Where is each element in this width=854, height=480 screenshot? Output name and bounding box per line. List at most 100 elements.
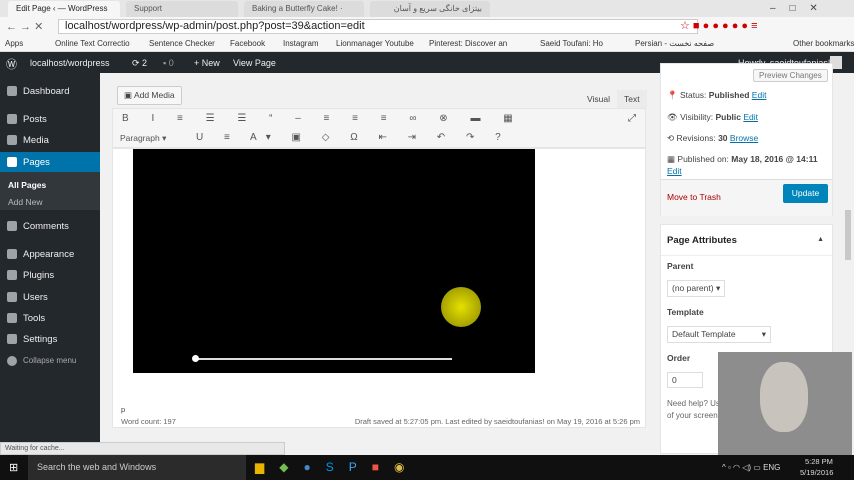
edit-date-link[interactable]: Edit [667,166,682,176]
site-link[interactable]: localhost/wordpress [30,58,110,68]
clock-date[interactable]: 5/19/2016 [800,468,833,477]
revisions-row: ⟲ Revisions: 30 Browse [667,133,759,143]
collapse-arrow-icon[interactable]: ▲ [817,236,824,243]
admin-sidebar: Dashboard Posts Media Pages All Pages Ad… [0,73,100,443]
bookmark-other[interactable]: Other bookmarks [793,39,854,48]
page-attributes-title: Page Attributes [667,235,737,246]
browser-tab-bar: Edit Page ‹ — WordPress Support Baking a… [0,0,854,17]
published-row: ▦ Published on: May 18, 2016 @ 14:11 [667,154,818,164]
divider [661,255,832,256]
v: (no parent) [672,283,714,293]
sidebar-item-plugins[interactable]: Plugins [7,270,55,281]
label: Appearance [23,249,75,260]
label: Dashboard [23,86,70,97]
embedded-video[interactable] [133,149,535,373]
label: Pages [23,157,50,168]
extension-icons[interactable]: ☆ ■ ● ● ● ● ● ≡ [680,19,758,32]
label: Plugins [23,270,55,281]
parent-label: Parent [667,261,694,271]
new-label: New [201,58,220,68]
submenu-add-new[interactable]: Add New [8,197,43,207]
updates-icon[interactable]: ⟳ 2 [132,58,147,69]
template-select[interactable]: Default Template ▾ [667,326,771,343]
tab-edit-page[interactable]: Edit Page ‹ — WordPress [8,1,120,17]
bookmark[interactable]: Instagram [283,39,319,48]
visibility-value: Public [715,112,741,122]
collapse-menu[interactable]: Collapse menu [7,356,77,366]
tray-icons[interactable]: ^ ▫ ◠ ◁) ▭ ENG [722,463,780,472]
element-path: p [121,405,126,414]
tab-support[interactable]: Support [126,1,238,17]
new-button[interactable]: + New [194,58,220,68]
status-row: 📍 Status: Published Edit [667,90,767,100]
word-count: Word count: 197 [121,417,176,426]
bookmark[interactable]: Persian - صفحه نخست [635,39,714,48]
cursor-highlight [441,287,481,327]
taskbar-apps[interactable]: ▆◆●SP■◉ [255,460,419,474]
bookmark[interactable]: Saeid Toufani: Ho [540,39,603,48]
format-buttons[interactable]: B I ≡ ☰ ☰ “ – ≡ ≡ ≡ ∞ ⊗ ▬ ▦ [122,113,523,124]
face-image [760,362,808,432]
label: Collapse menu [23,356,77,365]
draft-status: Draft saved at 5:27:05 pm. Last edited b… [354,417,640,426]
l: Revisions: [676,133,716,143]
editor-toolbar: B I ≡ ☰ ☰ “ – ≡ ≡ ≡ ∞ ⊗ ▬ ▦ ⤢ Paragraph … [112,108,646,148]
submenu-all-pages[interactable]: All Pages [8,180,46,190]
bookmark[interactable]: Lionmanager Youtube [336,39,414,48]
label: Add Media [133,90,175,100]
sidebar-item-media[interactable]: Media [7,135,49,146]
published-date: May 18, 2016 @ 14:11 [731,154,818,164]
add-media-button[interactable]: ▣ Add Media [117,86,182,105]
window-controls[interactable]: – □ ✕ [770,3,818,14]
sidebar-item-settings[interactable]: Settings [7,334,58,345]
update-button[interactable]: Update [783,184,828,203]
nav-icons[interactable]: ← → ✕ [6,20,43,33]
windows-start-icon[interactable]: ⊞ [9,461,18,474]
fullscreen-icon[interactable]: ⤢ [628,113,636,124]
comments-icon[interactable]: ▪ 0 [163,58,174,68]
taskbar-search[interactable]: Search the web and Windows [28,455,246,480]
clock-time[interactable]: 5:28 PM [805,457,833,466]
sidebar-item-dashboard[interactable]: Dashboard [7,86,70,97]
format-select[interactable]: Paragraph ▾ [120,133,188,144]
sidebar-item-tools[interactable]: Tools [7,313,46,324]
l: Status: [679,90,707,100]
label: Settings [23,334,58,345]
tab-text[interactable]: Text [617,90,647,108]
sidebar-item-pages[interactable]: Pages [7,157,50,168]
bookmark[interactable]: Facebook [230,39,265,48]
scrollbar[interactable] [845,210,851,260]
updates-count: 2 [142,58,148,68]
bookmark[interactable]: Online Text Correctio [55,39,130,48]
order-input[interactable]: 0 [667,372,703,388]
visibility-row: 👁 Visibility: Public Edit [667,112,758,122]
tab-butterfly-cake[interactable]: Baking a Butterfly Cake! · [244,1,364,17]
view-page-link[interactable]: View Page [233,58,276,68]
video-scrubber[interactable] [192,355,199,362]
wordpress-logo-icon[interactable]: Ⓦ [6,56,17,72]
edit-visibility-link[interactable]: Edit [743,112,758,122]
template-label: Template [667,307,704,317]
sidebar-item-posts[interactable]: Posts [7,114,47,125]
label: Media [23,135,49,146]
tab-visual[interactable]: Visual [587,94,610,104]
format-buttons-row2[interactable]: U ≡ A▾ ▣ ◇ Ω ⇤ ⇥ ↶ ↷ ? [196,132,510,143]
bookmark[interactable]: Apps [5,39,23,48]
revisions-count: 30 [718,133,728,143]
browser-status: Waiting for cache... [0,442,285,455]
sidebar-item-users[interactable]: Users [7,292,48,303]
tab-pizza[interactable]: بیتزای خانگی سریع و آسان [370,1,490,17]
bookmark[interactable]: Pinterest: Discover an [429,39,507,48]
preview-changes-button[interactable]: Preview Changes [753,69,828,82]
video-progress-bar[interactable] [195,358,452,360]
parent-select[interactable]: (no parent) ▾ [667,280,726,297]
publish-box: Preview Changes 📍 Status: Published Edit… [660,63,833,216]
edit-status-link[interactable]: Edit [752,90,767,100]
sidebar-item-appearance[interactable]: Appearance [7,249,75,260]
url-input[interactable]: localhost/wordpress/wp-admin/post.php?po… [58,19,698,34]
move-to-trash-link[interactable]: Move to Trash [667,192,721,202]
sidebar-item-comments[interactable]: Comments [7,221,69,232]
bookmark[interactable]: Sentence Checker [149,39,215,48]
browse-revisions-link[interactable]: Browse [730,133,758,143]
label: Tools [23,313,46,324]
